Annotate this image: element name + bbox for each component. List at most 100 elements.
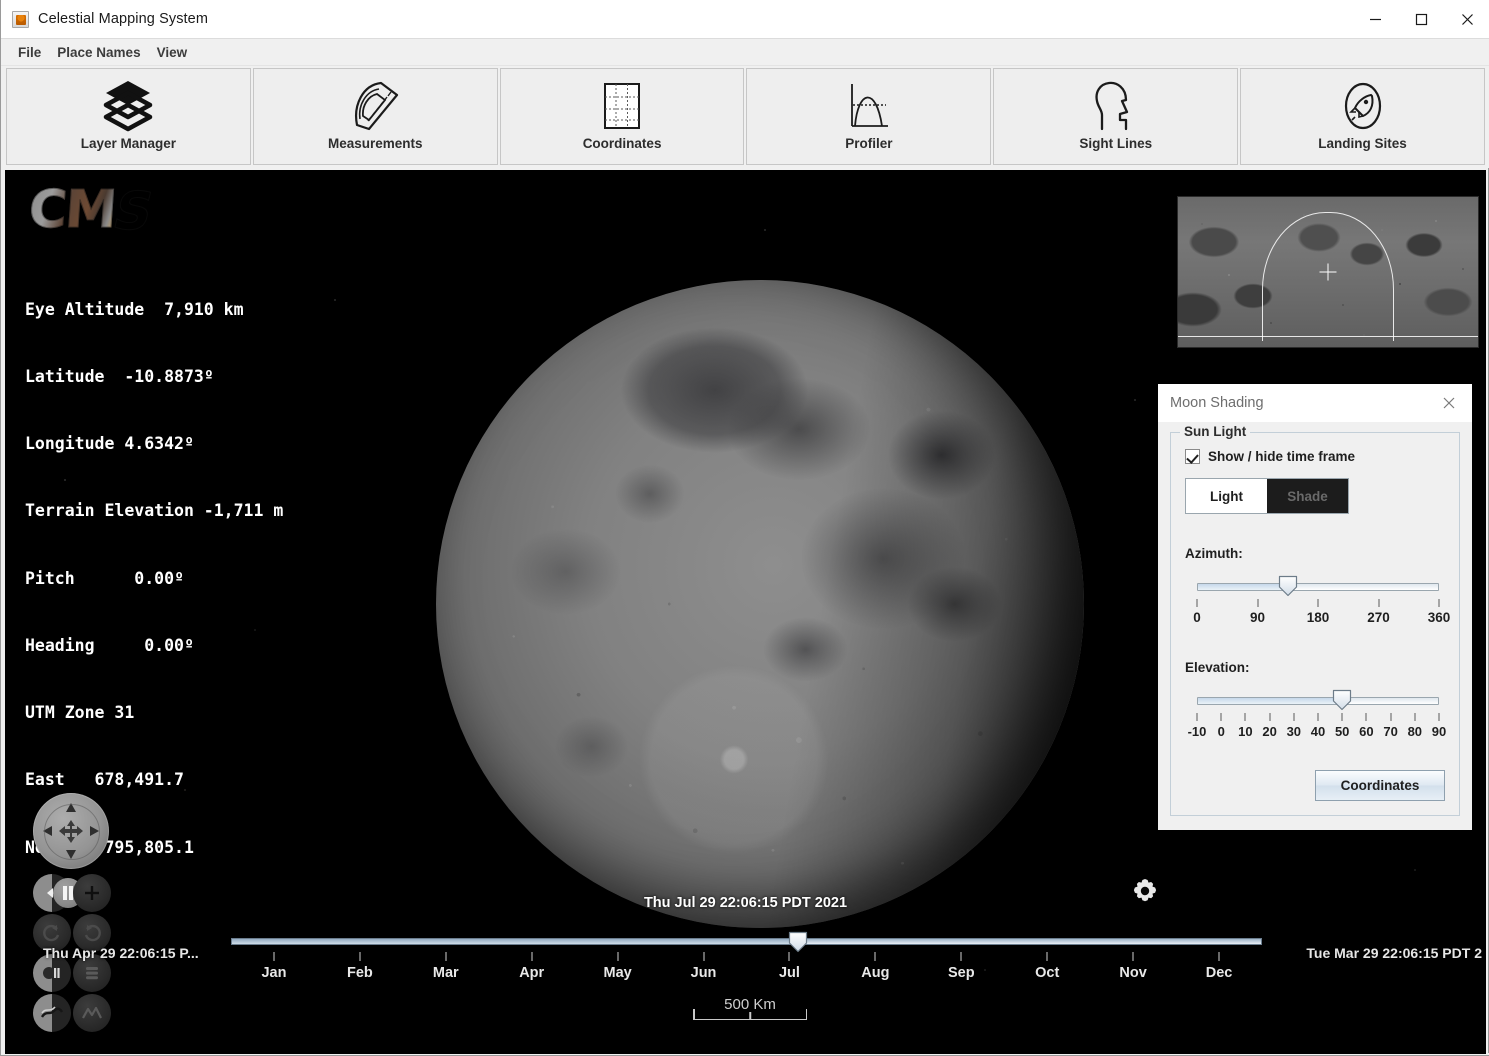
azimuth-slider-thumb[interactable] bbox=[1278, 575, 1298, 597]
elevation-slider-thumb[interactable] bbox=[1332, 689, 1352, 711]
toolbar-button-layer-manager[interactable]: Layer Manager bbox=[6, 68, 251, 165]
timeline-slider[interactable] bbox=[231, 931, 1262, 953]
timeline-tick bbox=[874, 952, 876, 961]
readout-east: East 678,491.7 bbox=[25, 770, 184, 790]
coordinates-button[interactable]: Coordinates bbox=[1315, 770, 1445, 801]
slider-tick-label: 30 bbox=[1286, 724, 1302, 739]
timeline-current-datetime: Thu Jul 29 22:06:15 PDT 2021 bbox=[643, 895, 848, 911]
timeline-slider-track[interactable] bbox=[231, 938, 1262, 945]
menu-item-view[interactable]: View bbox=[149, 42, 196, 63]
timeline-settings-button[interactable] bbox=[1129, 875, 1161, 907]
window-title-bar: Celestial Mapping System bbox=[1, 0, 1489, 39]
timeline-end-label: Tue Mar 29 22:06:15 PDT 2 bbox=[1306, 945, 1482, 961]
slider-tick-label: 70 bbox=[1383, 724, 1398, 739]
contrast-icon bbox=[43, 967, 60, 979]
azimuth-slider[interactable] bbox=[1185, 575, 1445, 597]
minimize-button[interactable] bbox=[1352, 0, 1398, 38]
timeline-month-label: Jul bbox=[778, 965, 800, 981]
pan-navigation-pad[interactable] bbox=[33, 793, 109, 869]
timeline-month-label: Apr bbox=[519, 965, 545, 981]
slider-tick bbox=[1244, 713, 1246, 721]
toolbar-button-coordinates[interactable]: Coordinates bbox=[499, 68, 745, 165]
elevation-tick-marks bbox=[1185, 713, 1445, 724]
slider-tick bbox=[1365, 713, 1367, 721]
slider-tick-label: 20 bbox=[1262, 724, 1277, 739]
minimap-footprint-baseline bbox=[1178, 335, 1478, 337]
close-icon bbox=[1443, 397, 1455, 409]
toolbar-button-measurements[interactable]: Measurements bbox=[252, 68, 498, 165]
toolbar-button-sight-lines[interactable]: Sight Lines bbox=[993, 68, 1239, 165]
menu-bar: File Place Names View bbox=[1, 39, 1489, 66]
slider-tick bbox=[1257, 599, 1258, 607]
readout-pitch: Pitch 0.00º bbox=[25, 568, 184, 588]
elevation-slider[interactable] bbox=[1185, 689, 1445, 711]
readout-latitude: Latitude -10.8873º bbox=[25, 367, 214, 387]
readout-utm-zone: UTM Zone 31 bbox=[25, 703, 135, 723]
elevation-label: Elevation: bbox=[1185, 660, 1250, 675]
slider-tick bbox=[1317, 713, 1319, 721]
timeline-tick bbox=[1132, 952, 1134, 961]
timeline-month-label: Oct bbox=[1035, 965, 1060, 981]
slider-tick-label: 0 bbox=[1217, 724, 1225, 739]
terrain-icon bbox=[41, 1006, 63, 1018]
timeline-tick-marks bbox=[231, 952, 1262, 964]
slider-tick-label: 40 bbox=[1310, 724, 1326, 739]
maximize-icon bbox=[1415, 13, 1427, 25]
elevation-tick-labels: -10 0 10 20 30 40 50 60 70 80 90 bbox=[1185, 724, 1447, 742]
toolbar-label-measurements: Measurements bbox=[327, 136, 423, 151]
terrain-toggle-button[interactable] bbox=[33, 994, 71, 1032]
timeline-tick bbox=[273, 952, 275, 961]
sun-light-group-legend: Sun Light bbox=[1180, 424, 1251, 439]
menu-item-file[interactable]: File bbox=[10, 42, 49, 63]
timeline-tick bbox=[703, 952, 705, 961]
elevation-slider-track[interactable] bbox=[1197, 697, 1439, 705]
moon-globe[interactable] bbox=[436, 280, 1084, 928]
toolbar-label-coordinates: Coordinates bbox=[582, 136, 662, 151]
toolbar-button-profiler[interactable]: Profiler bbox=[746, 68, 992, 165]
rotate-cw-icon bbox=[43, 924, 60, 942]
dialog-close-button[interactable] bbox=[1438, 392, 1460, 414]
show-hide-time-frame-checkbox[interactable] bbox=[1185, 449, 1200, 464]
light-option[interactable]: Light bbox=[1186, 479, 1267, 513]
rocket-circle-icon bbox=[1241, 78, 1484, 134]
global-moon-minimap[interactable] bbox=[1177, 196, 1479, 348]
close-button[interactable] bbox=[1444, 0, 1489, 38]
light-shade-toggle[interactable]: Light Shade bbox=[1185, 478, 1349, 514]
slider-tick-label: 10 bbox=[1238, 724, 1253, 739]
show-hide-time-frame-label: Show / hide time frame bbox=[1208, 449, 1356, 464]
window-controls bbox=[1352, 0, 1489, 38]
menu-item-place-names[interactable]: Place Names bbox=[49, 42, 148, 63]
azimuth-slider-track[interactable] bbox=[1197, 583, 1439, 591]
slider-tick-label: 60 bbox=[1359, 724, 1374, 739]
protractor-ruler-icon bbox=[254, 78, 497, 134]
timeline-month-label: Feb bbox=[346, 965, 373, 981]
timeline-tick bbox=[960, 952, 962, 961]
slider-tick bbox=[1414, 713, 1416, 721]
slider-tick-label: 90 bbox=[1249, 610, 1266, 625]
mountain-icon bbox=[82, 1006, 102, 1019]
timeline-month-label: Aug bbox=[861, 965, 890, 981]
shade-option[interactable]: Shade bbox=[1267, 479, 1348, 513]
timeline-month-label: May bbox=[603, 965, 632, 981]
slider-tick bbox=[1196, 713, 1198, 721]
elevation-toggle-button[interactable] bbox=[73, 994, 111, 1032]
timeline-month-label: Dec bbox=[1205, 965, 1233, 981]
toolbar-label-layer-manager: Layer Manager bbox=[80, 136, 177, 151]
slider-tick bbox=[1438, 713, 1440, 721]
slider-tick bbox=[1220, 713, 1222, 721]
toolbar-label-sight-lines: Sight Lines bbox=[1079, 136, 1153, 151]
timeline-slider-thumb[interactable] bbox=[788, 931, 808, 953]
show-hide-time-frame-row[interactable]: Show / hide time frame bbox=[1185, 449, 1445, 464]
grid-icon bbox=[501, 78, 744, 134]
readout-longitude: Longitude 4.6342º bbox=[25, 434, 194, 454]
timeline-slider-fill bbox=[232, 939, 798, 944]
window-title: Celestial Mapping System bbox=[38, 11, 209, 27]
maximize-button[interactable] bbox=[1398, 0, 1444, 38]
slider-tick-label: 270 bbox=[1367, 610, 1390, 625]
timeline-start-label: Thu Apr 29 22:06:15 P... bbox=[43, 945, 199, 961]
timeline-tick bbox=[445, 952, 447, 961]
moon-shading-dialog[interactable]: Moon Shading Sun Light Show / hide time … bbox=[1158, 384, 1472, 830]
stack-icon bbox=[86, 967, 98, 980]
toolbar-button-landing-sites[interactable]: Landing Sites bbox=[1240, 68, 1485, 165]
globe-viewport[interactable]: CMS Eye Altitude 7,910 km Latitude -10.8… bbox=[5, 170, 1486, 1054]
